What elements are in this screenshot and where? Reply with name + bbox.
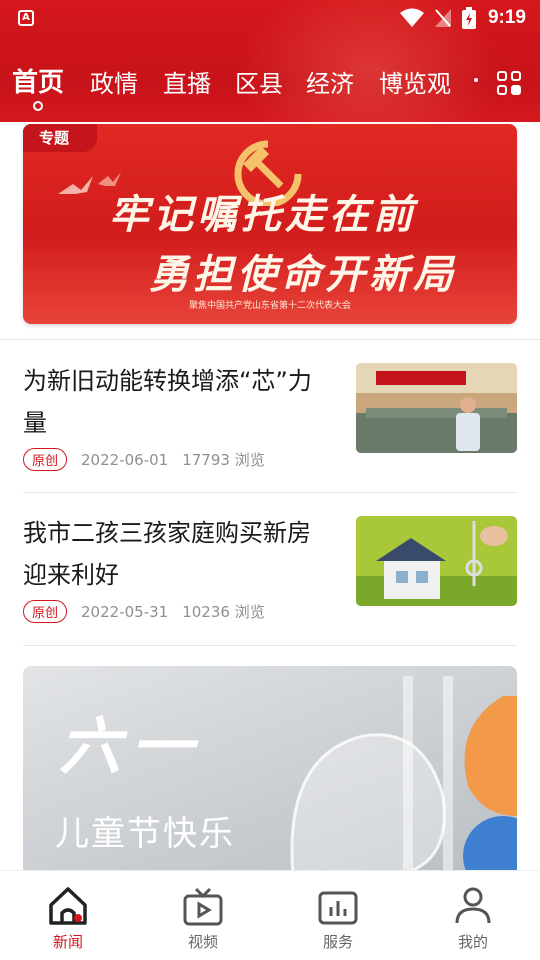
services-chart-icon	[318, 891, 358, 925]
tab-live[interactable]: 直播	[163, 64, 211, 99]
tab-expo[interactable]: 博览观	[379, 64, 451, 99]
battery-icon	[461, 7, 476, 29]
news-meta: 原创 2022-05-31 10236 浏览	[23, 600, 265, 623]
topic-tag: 专题	[23, 124, 97, 152]
clock: 9:19	[487, 7, 526, 28]
tab-politics[interactable]: 政情	[90, 64, 138, 99]
status-bar: A 9:19	[0, 0, 540, 36]
section-divider	[0, 339, 540, 340]
news-meta: 原创 2022-06-01 17793 浏览	[23, 448, 265, 471]
news-date: 2022-05-31	[81, 602, 169, 621]
home-icon	[49, 887, 87, 925]
nav-video[interactable]: 视频	[158, 871, 248, 960]
tab-home[interactable]: 首页	[12, 62, 64, 99]
news-title: 我市二孩三孩家庭购买新房迎来利好	[23, 519, 311, 589]
news-thumbnail	[356, 363, 517, 453]
channel-grid-icon[interactable]	[497, 71, 523, 97]
banner-headline-1: 牢记嘱托走在前	[109, 191, 417, 238]
wifi-icon	[399, 8, 424, 27]
list-divider	[23, 645, 517, 646]
nav-label: 我的	[457, 933, 488, 951]
tab-economy[interactable]: 经济	[306, 64, 354, 99]
nav-services[interactable]: 服务	[293, 871, 383, 960]
nav-news[interactable]: 新闻	[23, 871, 113, 960]
original-badge: 原创	[23, 448, 68, 471]
special-topic-banner[interactable]: 专题 牢记嘱托走在前 勇担使命开新局 聚焦中国共产党山东省第十二次代表大会	[23, 124, 517, 324]
glass-six-icon	[290, 676, 517, 876]
no-signal-icon	[434, 9, 451, 27]
active-tab-indicator	[33, 101, 43, 111]
news-views: 10236 浏览	[182, 603, 265, 621]
news-item[interactable]: 我市二孩三孩家庭购买新房迎来利好 原创 2022-05-31 10236 浏览	[23, 512, 517, 642]
channel-tabs: 首页 政情 直播 区县 经济 博览观	[0, 60, 540, 111]
original-badge: 原创	[23, 600, 68, 623]
news-views: 17793 浏览	[182, 451, 265, 469]
list-divider	[23, 492, 517, 493]
card-title: 六一	[59, 710, 204, 783]
app-notification-icon: A	[18, 10, 34, 26]
top-header: A 9:19 首页 政情 直播 区县 经济 博览观	[0, 0, 540, 122]
card-subtitle: 儿童节快乐	[55, 814, 235, 854]
banner-subtitle: 聚焦中国共产党山东省第十二次代表大会	[188, 301, 351, 311]
status-icons: 9:19	[399, 6, 526, 30]
news-item[interactable]: 为新旧动能转换增添“芯”力量 原创 2022-06-01 17793 浏览	[23, 360, 517, 490]
bottom-navigation: 新闻 视频 服务 我的	[0, 870, 540, 960]
tab-districts[interactable]: 区县	[235, 64, 283, 99]
news-date: 2022-06-01	[81, 450, 169, 469]
tabs-overflow-dot	[474, 78, 478, 82]
user-icon	[455, 887, 491, 924]
banner-headline-2: 勇担使命开新局	[149, 251, 457, 298]
nav-label: 服务	[322, 933, 353, 951]
tv-icon	[183, 887, 223, 926]
news-title: 为新旧动能转换增添“芯”力量	[23, 367, 312, 437]
news-thumbnail	[356, 516, 517, 606]
childrens-day-card[interactable]: 六一 儿童节快乐	[23, 666, 517, 876]
nav-label: 视频	[187, 933, 218, 951]
nav-profile[interactable]: 我的	[428, 871, 518, 960]
nav-label: 新闻	[52, 933, 83, 951]
